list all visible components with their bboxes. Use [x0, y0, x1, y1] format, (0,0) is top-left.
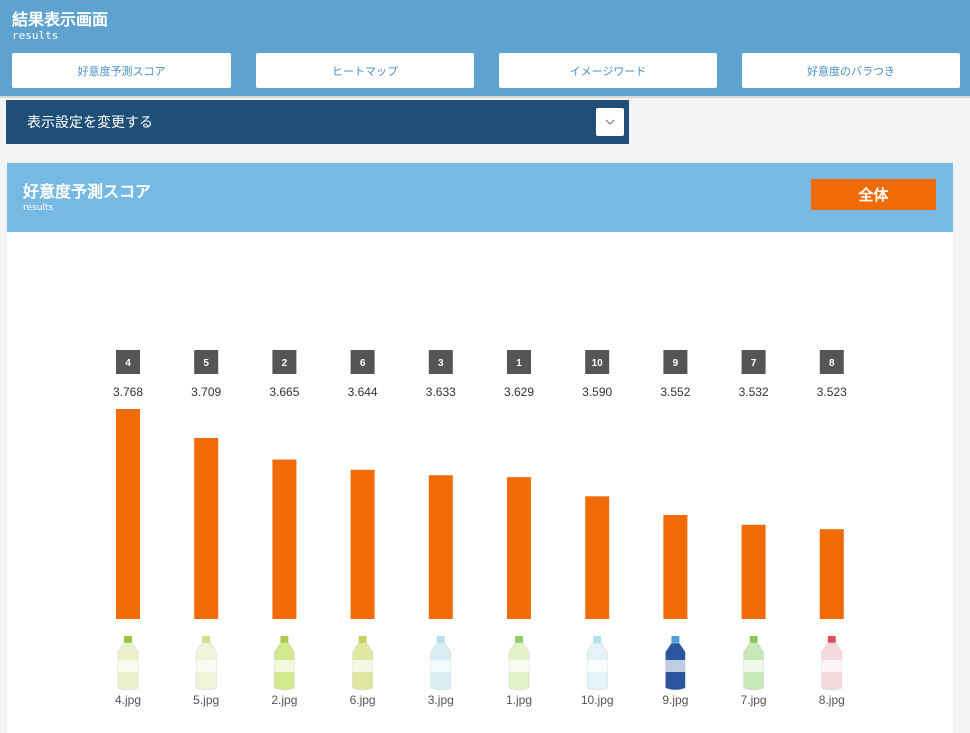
- rank-label: 7: [751, 358, 757, 369]
- value-label: 3.629: [504, 385, 534, 399]
- bar[interactable]: [194, 437, 219, 619]
- value-label: 3.532: [739, 385, 769, 399]
- rank-label: 3: [438, 358, 444, 369]
- category-label: 10.jpg: [581, 693, 614, 707]
- product-thumbnail[interactable]: [352, 636, 373, 691]
- rank-badge: 10: [585, 350, 610, 374]
- rank-badge: 2: [272, 350, 297, 374]
- rank-badge: 7: [741, 350, 766, 374]
- rank-label: 6: [360, 358, 366, 369]
- value-label: 3.644: [348, 385, 378, 399]
- product-thumbnail[interactable]: [430, 636, 452, 691]
- score-bar-chart: 4 3.768 4.jpg 5 3.709 5.jpg 2 3.665 2.jpg 6 3.644 6…: [113, 350, 847, 707]
- value-label: 3.665: [269, 385, 299, 399]
- rank-label: 9: [673, 358, 679, 369]
- category-label: 8.jpg: [819, 693, 845, 707]
- category-label: 4.jpg: [115, 693, 141, 707]
- category-label: 5.jpg: [193, 693, 219, 707]
- bar[interactable]: [819, 529, 844, 619]
- bar[interactable]: [350, 469, 375, 619]
- rank-badge: 1: [507, 350, 531, 374]
- rank-label: 5: [203, 358, 209, 369]
- value-label: 3.633: [426, 385, 456, 399]
- value-label: 3.590: [582, 385, 612, 399]
- bar[interactable]: [663, 514, 688, 619]
- product-thumbnail[interactable]: [274, 636, 295, 691]
- value-label: 3.709: [191, 385, 221, 399]
- rank-badge: 9: [663, 350, 688, 374]
- category-label: 7.jpg: [741, 693, 767, 707]
- rank-badge: 6: [350, 350, 375, 374]
- rank-label: 2: [282, 358, 288, 369]
- category-label: 9.jpg: [662, 693, 688, 707]
- rank-label: 4: [125, 358, 131, 369]
- value-label: 3.768: [113, 385, 143, 399]
- bar[interactable]: [272, 459, 297, 619]
- product-thumbnail[interactable]: [586, 636, 608, 691]
- category-label: 1.jpg: [506, 693, 532, 707]
- rank-label: 8: [829, 358, 835, 369]
- category-label: 6.jpg: [350, 693, 376, 707]
- bar[interactable]: [585, 496, 610, 619]
- rank-badge: 3: [428, 350, 453, 374]
- rank-badge: 4: [116, 350, 140, 374]
- rank-label: 1: [516, 358, 522, 369]
- rank-label: 10: [592, 358, 604, 369]
- category-label: 2.jpg: [271, 693, 297, 707]
- value-label: 3.552: [660, 385, 690, 399]
- product-thumbnail[interactable]: [821, 636, 843, 691]
- rank-badge: 5: [194, 350, 219, 374]
- product-thumbnail[interactable]: [195, 636, 217, 691]
- bar[interactable]: [741, 524, 766, 619]
- product-thumbnail[interactable]: [508, 636, 530, 691]
- value-label: 3.523: [817, 385, 847, 399]
- rank-badge: 8: [819, 350, 844, 374]
- bar[interactable]: [507, 477, 531, 619]
- product-thumbnail[interactable]: [665, 636, 686, 691]
- category-label: 3.jpg: [428, 693, 454, 707]
- bar[interactable]: [428, 475, 453, 619]
- product-thumbnail[interactable]: [743, 636, 764, 691]
- product-thumbnail[interactable]: [117, 636, 139, 691]
- bar[interactable]: [116, 409, 140, 619]
